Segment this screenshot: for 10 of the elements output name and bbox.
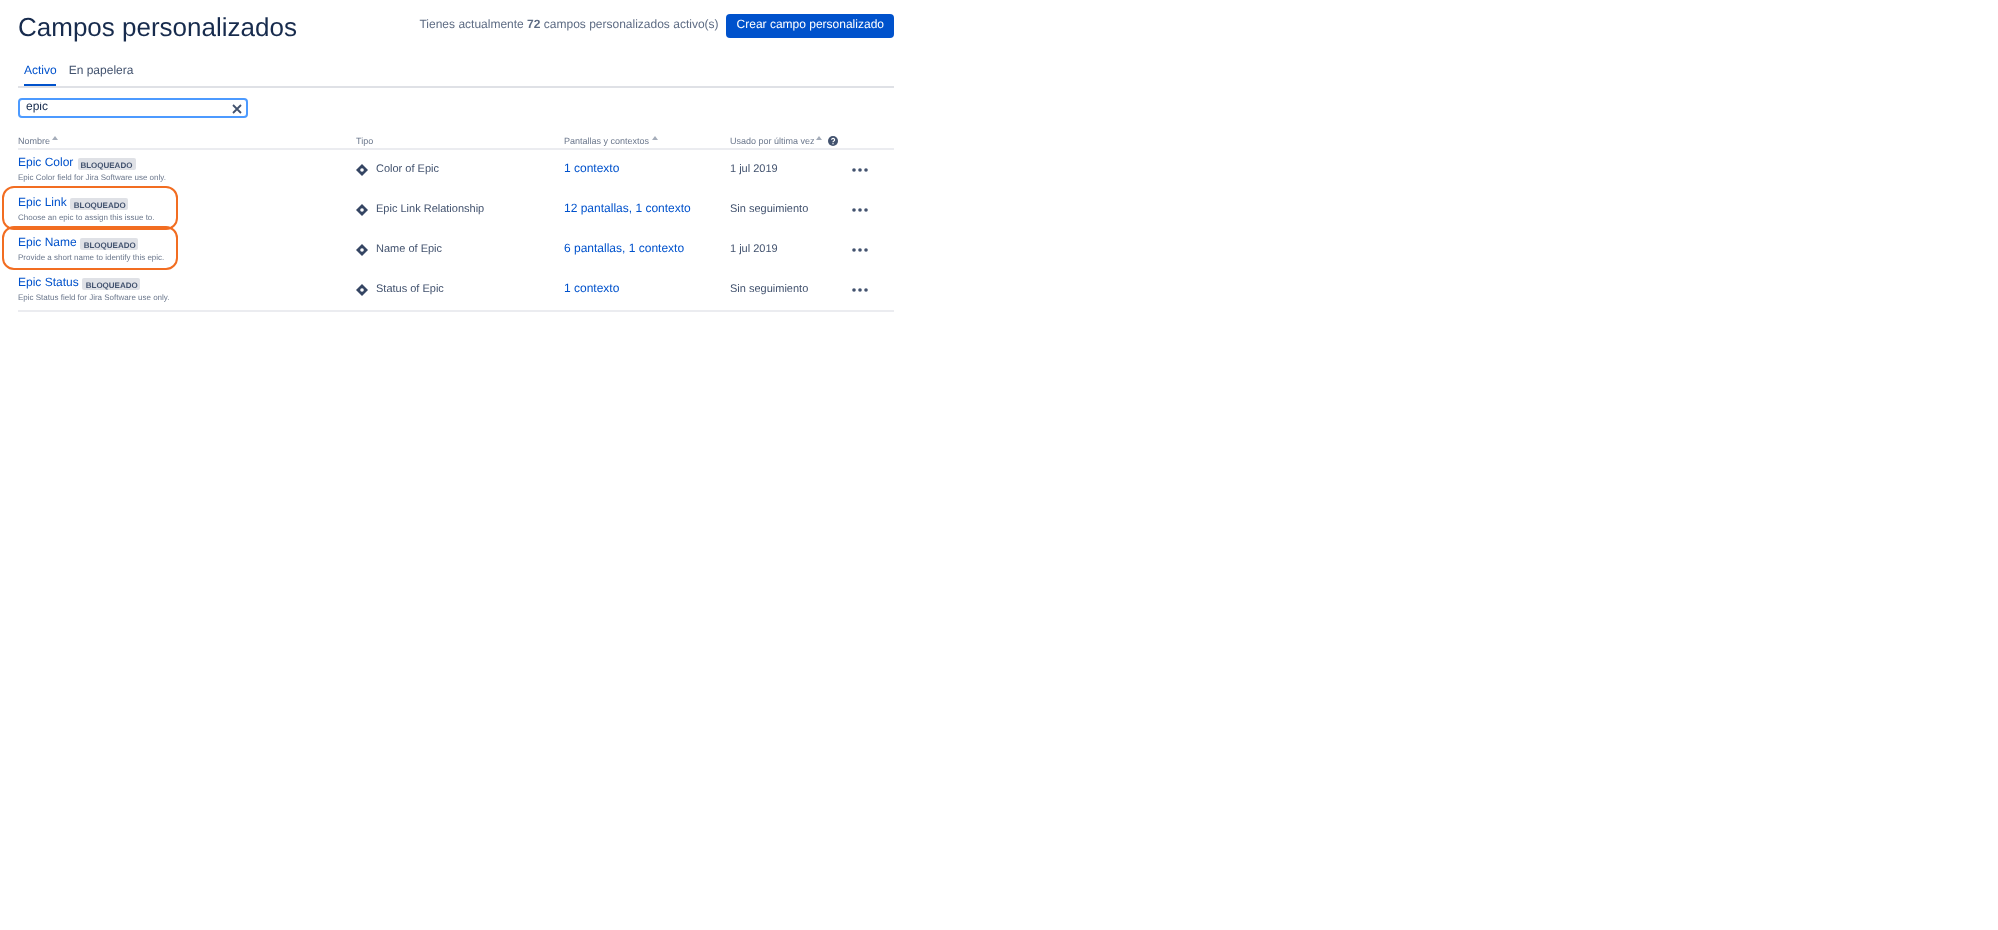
clear-icon[interactable] xyxy=(232,103,242,113)
sort-icon xyxy=(52,136,59,144)
diamond-icon xyxy=(356,204,368,216)
sort-icon xyxy=(651,136,658,144)
diamond-icon xyxy=(356,164,368,176)
help-icon[interactable] xyxy=(828,135,839,145)
sort-icon xyxy=(816,136,823,144)
diamond-icon xyxy=(356,284,368,296)
page-title: Campos personalizados xyxy=(18,11,297,41)
diamond-icon xyxy=(356,244,368,256)
